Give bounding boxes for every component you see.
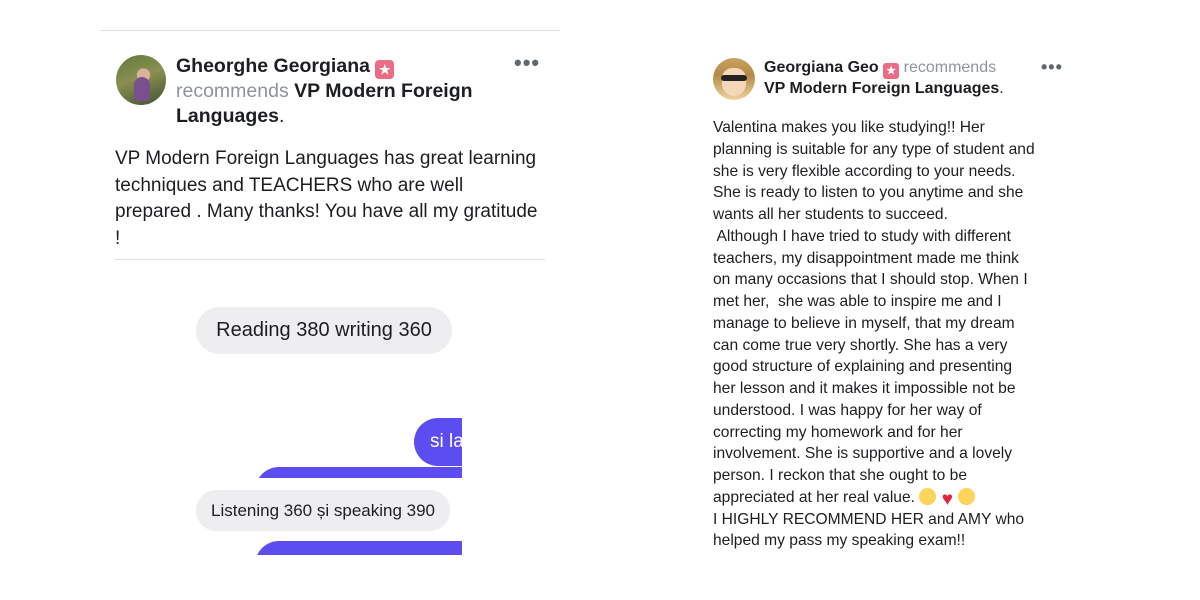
post-text-line: understood. I was happy for her way of bbox=[713, 401, 982, 419]
post-text-line: I HIGHLY RECOMMEND HER and AMY who bbox=[713, 510, 1025, 528]
smiling-face-icon bbox=[958, 487, 976, 505]
avatar-face bbox=[722, 68, 746, 96]
recommends-label: recommends bbox=[176, 80, 289, 102]
recommend-star-icon: ★ bbox=[375, 60, 395, 79]
post-text-line: appreciated at her real value. bbox=[713, 488, 915, 506]
post-text-line: correcting my homework and for her bbox=[713, 423, 963, 441]
smiling-face-icon bbox=[919, 487, 937, 505]
post-text-line: can come true very shortly. She has a ve… bbox=[713, 336, 1008, 354]
post-header: Georgiana Geo ★ recommends VP Modern For… bbox=[764, 58, 1054, 99]
more-options-icon[interactable]: ••• bbox=[514, 52, 540, 74]
post-text-line: teachers, my disappointment made me thin… bbox=[713, 249, 1019, 267]
chat-bubble-sent-partial bbox=[255, 467, 462, 478]
post-text-line: person. I reckon that she ought to be bbox=[713, 467, 967, 484]
post-text-line: Valentina makes you like studying!! Her bbox=[713, 119, 985, 136]
chat-bubble-received: Reading 380 writing 360 bbox=[196, 307, 452, 354]
post-text-line: her lesson and it makes it impossible no… bbox=[713, 380, 1016, 397]
post-header: Gheorghe Georgiana ★ recommends VP Moder… bbox=[176, 54, 536, 128]
red-heart-icon: ♥ bbox=[941, 488, 953, 510]
post-text-line: planning is suitable for any type of stu… bbox=[713, 140, 1035, 158]
author-avatar[interactable] bbox=[713, 58, 755, 100]
post-text-line: good structure of explaining and present… bbox=[713, 358, 1013, 376]
avatar-figure bbox=[134, 77, 150, 101]
card-top-divider bbox=[100, 30, 560, 31]
recommends-label: recommends bbox=[903, 59, 997, 76]
more-options-icon[interactable]: ••• bbox=[1041, 58, 1063, 76]
post-text-line: Although I have tried to study with diff… bbox=[713, 227, 1011, 245]
post-text-line: helped my pass my speaking exam!! bbox=[713, 532, 966, 550]
page-name-link[interactable]: VP Modern Foreign Languages bbox=[764, 80, 999, 97]
recommend-star-icon: ★ bbox=[883, 63, 900, 79]
header-period: . bbox=[278, 104, 285, 127]
post-text: Valentina makes you like studying!! Her … bbox=[713, 117, 1073, 552]
author-name[interactable]: Gheorghe Georgiana bbox=[176, 55, 370, 77]
chat-sent-group: si la bbox=[240, 418, 462, 478]
chat-bubble-received: Listening 360 și speaking 390 bbox=[196, 490, 450, 531]
header-period: . bbox=[999, 80, 1004, 97]
chat-bubble-sent-partial bbox=[255, 541, 462, 555]
post-text-line: she is very flexible according to your n… bbox=[713, 162, 1016, 180]
author-name[interactable]: Georgiana Geo bbox=[764, 59, 879, 76]
post-text: VP Modern Foreign Languages has great le… bbox=[115, 148, 538, 249]
chat-bubble-sent: si la bbox=[414, 418, 462, 466]
post-text-line: She is ready to listen to you anytime an… bbox=[713, 184, 1024, 202]
post-text-line: involvement. She is supportive and a lov… bbox=[713, 445, 1013, 463]
post-divider bbox=[115, 259, 545, 260]
author-avatar[interactable] bbox=[116, 55, 166, 105]
post-text-line: manage to believe in myself, that my dre… bbox=[713, 314, 1015, 332]
chat-sent-group bbox=[240, 541, 462, 555]
post-text-line: on many occasions that I should stop. Wh… bbox=[713, 271, 1028, 289]
post-text-line-with-emoji: appreciated at her real value. ♥ bbox=[713, 487, 1073, 509]
post-text-line: wants all her students to succeed. bbox=[713, 206, 948, 223]
avatar-sunglasses bbox=[721, 75, 747, 81]
post-text-line: met her, she was able to inspire me and … bbox=[713, 293, 1002, 310]
